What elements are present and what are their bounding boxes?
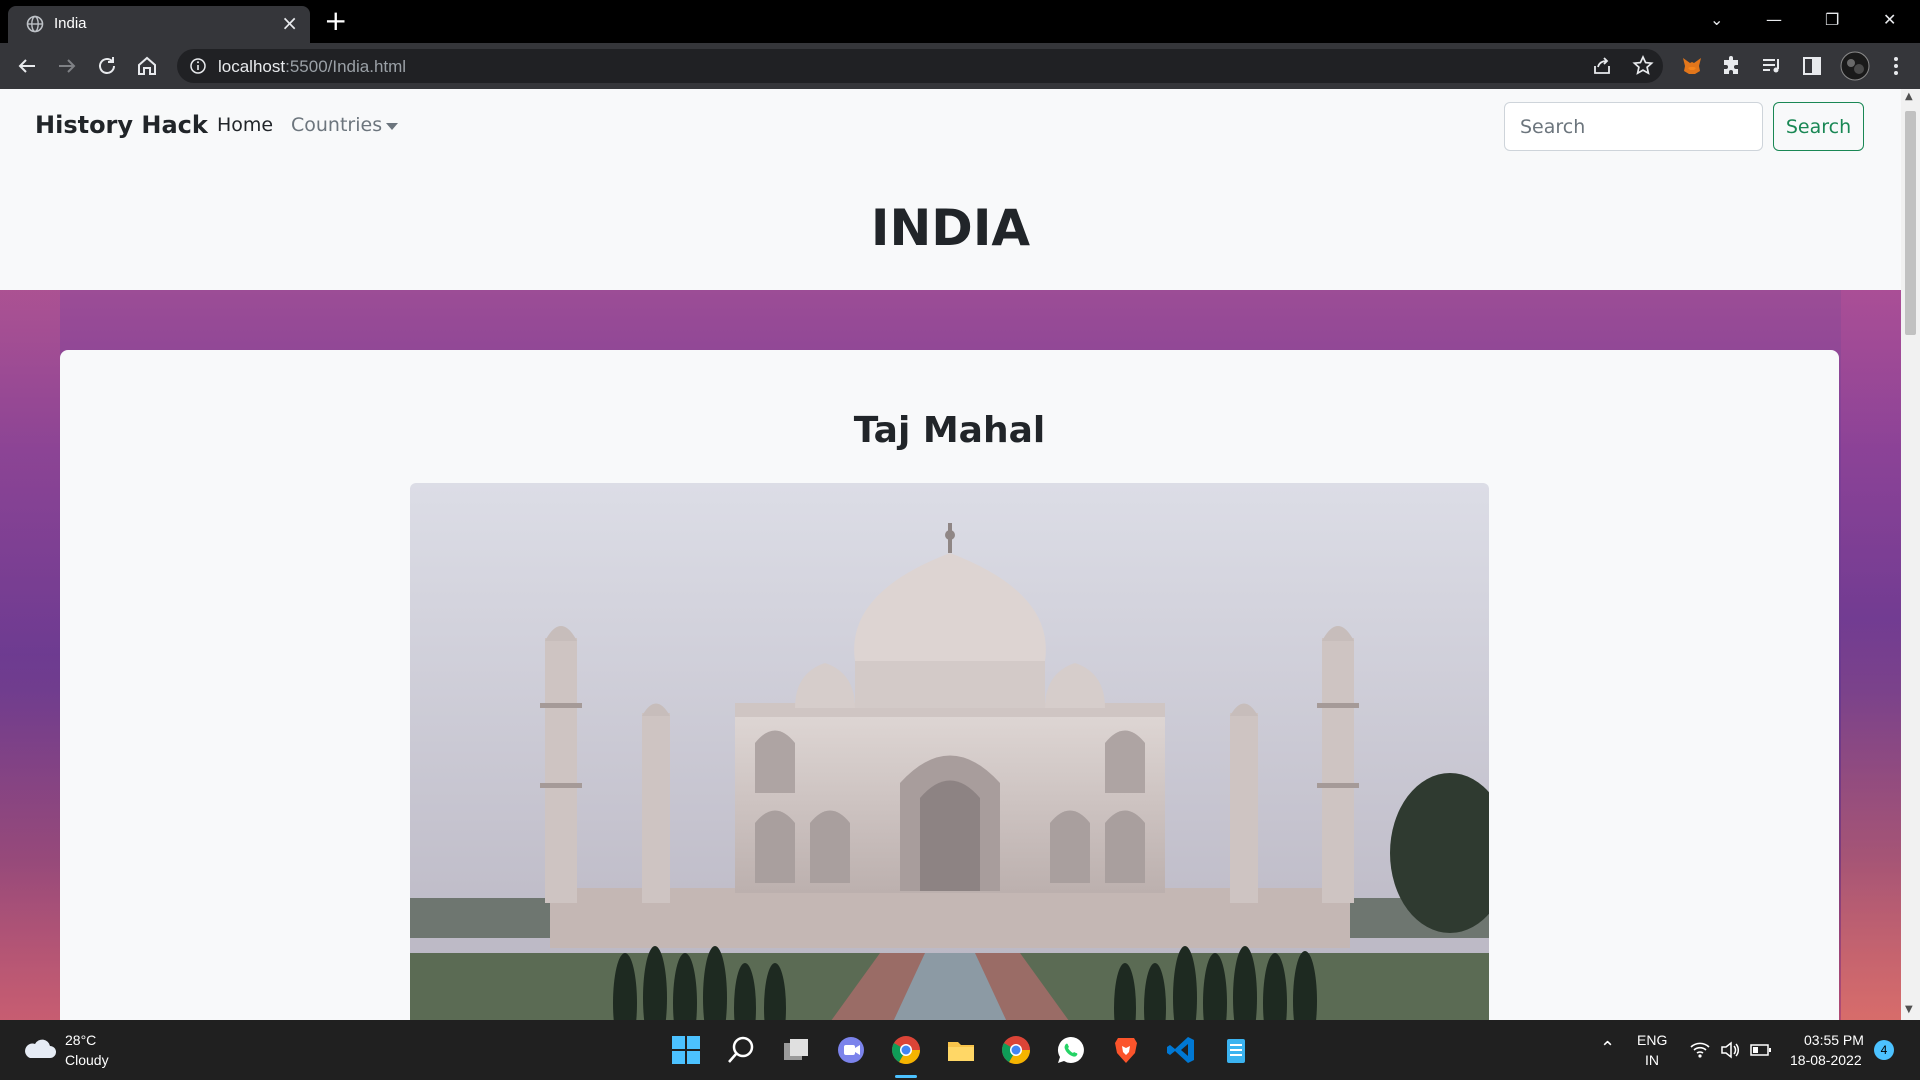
card-title: Taj Mahal — [853, 410, 1046, 451]
weather-description[interactable]: Cloudy — [65, 1052, 109, 1068]
windows-taskbar: 28°C Cloudy ⌃ ENG IN 03:55 PM 18-08-2022… — [0, 1020, 1920, 1080]
brave-browser-icon[interactable] — [1110, 1034, 1142, 1066]
page-viewport: History Hack Home Countries Search INDIA… — [0, 89, 1901, 1020]
reload-icon[interactable] — [95, 54, 119, 78]
extensions-puzzle-icon[interactable] — [1720, 54, 1744, 78]
metamask-fox-icon[interactable] — [1680, 54, 1704, 78]
chrome-profile-icon[interactable] — [1000, 1034, 1032, 1066]
close-window-icon[interactable]: ✕ — [1883, 10, 1896, 29]
scroll-up-arrow-icon[interactable]: ▲ — [1905, 91, 1913, 102]
browser-tab[interactable]: India × — [8, 6, 310, 43]
tab-search-chevron-icon[interactable]: ⌄ — [1710, 10, 1723, 29]
forward-arrow-icon[interactable] — [55, 54, 79, 78]
vscode-icon[interactable] — [1165, 1034, 1197, 1066]
active-app-indicator — [895, 1075, 917, 1078]
wifi-icon[interactable] — [1690, 1041, 1710, 1059]
new-tab-icon[interactable]: + — [324, 6, 347, 36]
nav-link-home[interactable]: Home — [217, 114, 273, 136]
site-info-icon[interactable] — [189, 57, 207, 75]
chrome-icon[interactable] — [890, 1034, 922, 1066]
scroll-thumb[interactable] — [1905, 111, 1916, 335]
monument-card: Taj Mahal — [60, 350, 1839, 1020]
search-input[interactable] — [1504, 102, 1763, 151]
browser-tab-strip: India × + ⌄ — ❐ ✕ — [0, 0, 1920, 43]
globe-icon — [26, 15, 44, 33]
volume-icon[interactable] — [1720, 1041, 1740, 1059]
nav-dropdown-countries[interactable]: Countries — [291, 114, 382, 136]
site-navbar: History Hack Home Countries Search — [0, 89, 1901, 163]
weather-temperature[interactable]: 28°C — [65, 1032, 96, 1048]
media-control-icon[interactable] — [1760, 54, 1784, 78]
minimize-icon[interactable]: — — [1766, 10, 1782, 29]
restore-icon[interactable]: ❐ — [1825, 10, 1839, 29]
home-icon[interactable] — [135, 54, 159, 78]
input-language[interactable]: ENG — [1637, 1032, 1667, 1048]
battery-icon[interactable] — [1750, 1043, 1772, 1057]
file-explorer-icon[interactable] — [945, 1034, 977, 1066]
dropdown-caret-icon[interactable] — [386, 123, 398, 130]
profile-avatar-icon[interactable] — [1840, 51, 1870, 81]
side-panel-icon[interactable] — [1800, 54, 1824, 78]
scroll-down-arrow-icon[interactable]: ▼ — [1905, 1004, 1913, 1015]
cloud-weather-icon[interactable] — [22, 1036, 56, 1062]
windows-start-icon[interactable] — [670, 1034, 702, 1066]
tab-title: India — [54, 15, 87, 32]
address-bar[interactable]: localhost:5500/India.html — [177, 49, 1663, 83]
tab-close-icon[interactable]: × — [281, 13, 298, 33]
bookmark-star-icon[interactable] — [1631, 54, 1655, 78]
tray-overflow-chevron-icon[interactable]: ⌃ — [1600, 1038, 1615, 1059]
background-glow-left — [0, 290, 60, 1020]
teams-chat-icon[interactable] — [835, 1034, 867, 1066]
input-region[interactable]: IN — [1645, 1052, 1659, 1068]
page-title: INDIA — [870, 199, 1031, 257]
search-icon[interactable] — [725, 1034, 757, 1066]
back-arrow-icon[interactable] — [15, 54, 39, 78]
search-button[interactable]: Search — [1773, 102, 1864, 151]
url-text[interactable]: localhost:5500/India.html — [218, 57, 406, 77]
notification-count-badge[interactable]: 4 — [1874, 1040, 1894, 1060]
task-view-icon[interactable] — [780, 1034, 812, 1066]
clock-date[interactable]: 18-08-2022 — [1790, 1052, 1862, 1068]
brand-logo[interactable]: History Hack — [35, 111, 208, 139]
page-scrollbar[interactable]: ▲ ▼ — [1901, 89, 1920, 1020]
taj-mahal-illustration — [410, 483, 1489, 1020]
clock-time[interactable]: 03:55 PM — [1804, 1032, 1864, 1048]
browser-toolbar: localhost:5500/India.html — [0, 43, 1920, 89]
whatsapp-icon[interactable] — [1055, 1034, 1087, 1066]
background-glow-right — [1841, 290, 1901, 1020]
notepad-icon[interactable] — [1220, 1034, 1252, 1066]
browser-menu-icon[interactable] — [1884, 54, 1908, 78]
taj-mahal-image — [410, 483, 1489, 1020]
share-icon[interactable] — [1590, 54, 1614, 78]
